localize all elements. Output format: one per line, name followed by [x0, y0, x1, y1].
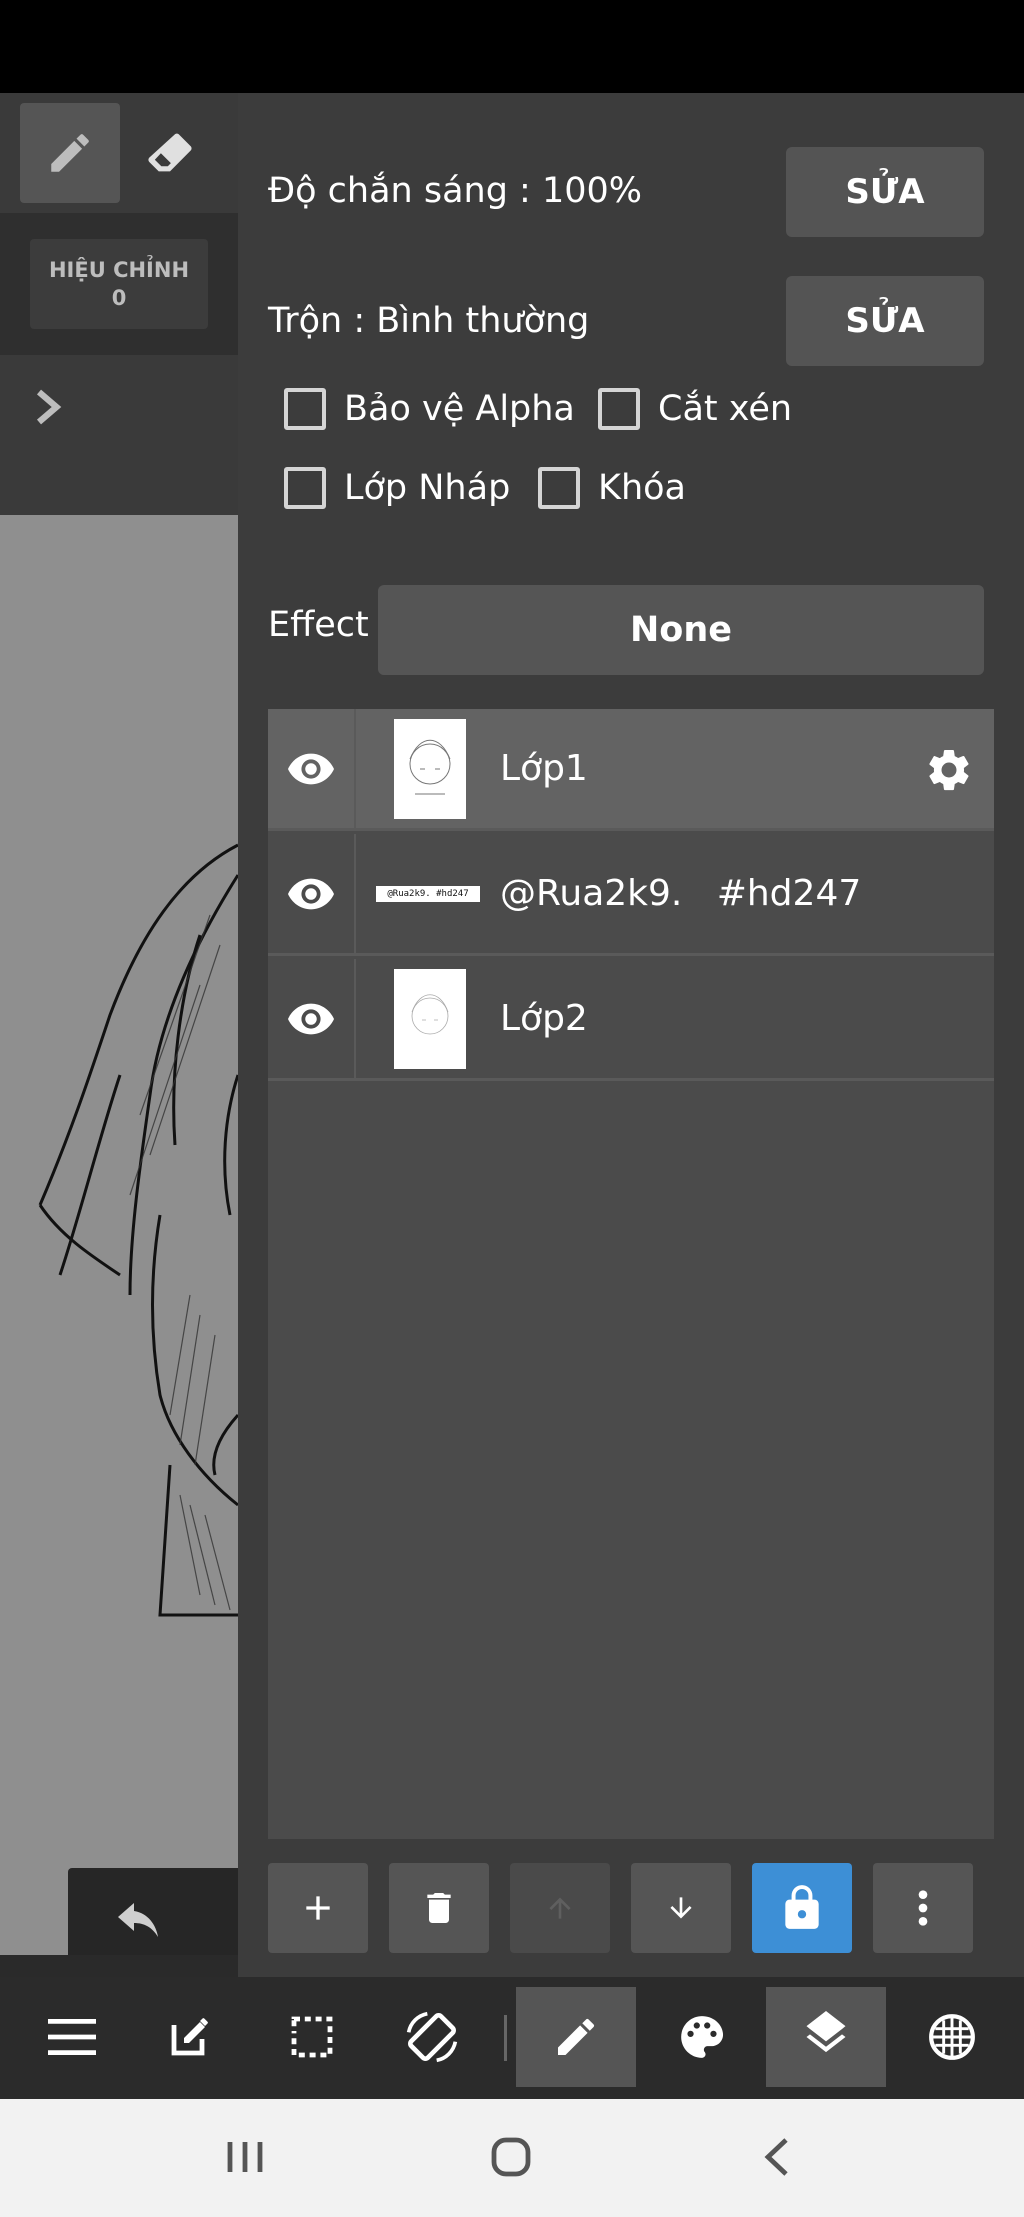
more-vertical-icon — [918, 1890, 928, 1926]
checkbox-box — [538, 467, 580, 509]
effect-button[interactable]: None — [378, 585, 984, 675]
rotate-canvas-button[interactable] — [372, 1987, 492, 2087]
layer-row[interactable]: Lớp1 — [268, 709, 994, 831]
thumbnail-text: @Rua2k9. #hd247 — [387, 889, 469, 899]
home-icon — [491, 2137, 531, 2177]
correction-label: HIỆU CHỈNH — [48, 258, 190, 282]
checkbox-box — [284, 388, 326, 430]
left-bottom-edge — [0, 1955, 238, 1977]
sketch-thumbnail — [409, 739, 451, 795]
layers-button[interactable] — [766, 1987, 886, 2087]
layer-panel: Độ chắn sáng : 100% SỬA Trộn : Bình thườ… — [238, 93, 1024, 1977]
bottom-toolbar — [0, 1977, 1024, 2099]
layer-thumbnail — [394, 969, 466, 1069]
eraser-icon — [148, 133, 192, 172]
layer-row[interactable]: Lớp2 — [268, 959, 994, 1081]
sketch-thumbnail — [411, 994, 449, 1035]
recents-icon — [227, 2142, 263, 2172]
home-button[interactable] — [471, 2127, 551, 2187]
blend-edit-button[interactable]: SỬA — [786, 276, 984, 366]
add-layer-button[interactable] — [268, 1863, 368, 1953]
eye-icon — [288, 1003, 334, 1034]
grid-button[interactable] — [892, 1987, 1012, 2087]
selection-button[interactable] — [252, 1987, 372, 2087]
sketch-drawing — [38, 843, 238, 1617]
back-icon — [764, 2138, 788, 2176]
undo-icon[interactable] — [114, 1903, 162, 1943]
checkbox-label: Khóa — [598, 468, 686, 508]
move-layer-down-button[interactable] — [631, 1863, 731, 1953]
rotate-icon — [406, 2011, 458, 2063]
draft-layer-checkbox[interactable]: Lớp Nháp — [284, 467, 510, 509]
visibility-toggle[interactable] — [268, 959, 356, 1078]
layer-name: Lớp2 — [500, 998, 588, 1039]
layer-list: Lớp1 @Rua2k9. #hd247 @Rua2k9. #hd247 Lớp… — [268, 709, 994, 1839]
layers-icon — [806, 2011, 846, 2053]
pencil-tool-button[interactable] — [20, 103, 120, 203]
correction-value: 0 — [111, 286, 127, 310]
edit-button[interactable] — [130, 1987, 250, 2087]
trash-icon — [427, 1893, 451, 1923]
blend-label: Trộn : Bình thường — [268, 301, 590, 341]
lock-layer-button[interactable] — [752, 1863, 852, 1953]
layer-thumbnail: @Rua2k9. #hd247 — [376, 886, 480, 902]
expand-area — [0, 355, 238, 515]
drawing-canvas[interactable] — [0, 515, 238, 1955]
color-palette-button[interactable] — [642, 1987, 762, 2087]
checkbox-label: Bảo vệ Alpha — [344, 389, 575, 429]
layer-name: @Rua2k9. #hd247 — [500, 873, 862, 914]
selection-icon — [291, 2016, 333, 2058]
recents-button[interactable] — [205, 2127, 285, 2187]
eye-icon — [288, 753, 334, 784]
move-layer-up-button[interactable] — [510, 1863, 610, 1953]
checkbox-box — [598, 388, 640, 430]
gear-icon — [929, 749, 969, 791]
eye-icon — [288, 878, 334, 909]
chevron-right-icon[interactable] — [34, 387, 64, 427]
lock-icon — [785, 1885, 819, 1929]
plus-icon — [306, 1896, 330, 1920]
nav-separator — [504, 2015, 507, 2061]
menu-button[interactable] — [12, 1987, 132, 2087]
opacity-label: Độ chắn sáng : 100% — [268, 171, 643, 211]
grid-icon — [929, 2014, 975, 2060]
effect-label: Effect — [268, 605, 369, 645]
brush-button[interactable] — [516, 1987, 636, 2087]
layer-actions — [268, 1863, 994, 1953]
alpha-protect-checkbox[interactable]: Bảo vệ Alpha — [284, 388, 575, 430]
edit-icon — [171, 2018, 208, 2056]
pencil-icon — [51, 134, 89, 172]
clipping-checkbox[interactable]: Cắt xén — [598, 388, 792, 430]
checkbox-label: Lớp Nháp — [344, 468, 511, 508]
layer-settings-button[interactable] — [924, 745, 974, 799]
eraser-tool-button[interactable] — [120, 103, 220, 203]
arrow-up-icon — [549, 1897, 571, 1919]
back-button[interactable] — [737, 2127, 817, 2187]
more-options-button[interactable] — [873, 1863, 973, 1953]
layer-row[interactable]: @Rua2k9. #hd247 @Rua2k9. #hd247 — [268, 834, 994, 956]
layer-name: Lớp1 — [500, 748, 588, 789]
correction-button[interactable]: HIỆU CHỈNH 0 — [30, 239, 208, 329]
lock-checkbox[interactable]: Khóa — [538, 467, 686, 509]
system-navigation-bar — [0, 2099, 1024, 2217]
layer-thumbnail — [394, 719, 466, 819]
checkbox-box — [284, 467, 326, 509]
visibility-toggle[interactable] — [268, 834, 356, 953]
arrow-down-icon — [670, 1897, 692, 1919]
correction-area: HIỆU CHỈNH 0 — [0, 213, 238, 355]
palette-icon — [681, 2016, 724, 2058]
opacity-edit-button[interactable]: SỬA — [786, 147, 984, 237]
status-bar — [0, 0, 1024, 93]
left-toolbar — [0, 93, 238, 213]
checkbox-label: Cắt xén — [658, 389, 793, 429]
brush-icon — [558, 2018, 595, 2055]
delete-layer-button[interactable] — [389, 1863, 489, 1953]
visibility-toggle[interactable] — [268, 709, 356, 828]
menu-icon — [48, 2019, 96, 2055]
